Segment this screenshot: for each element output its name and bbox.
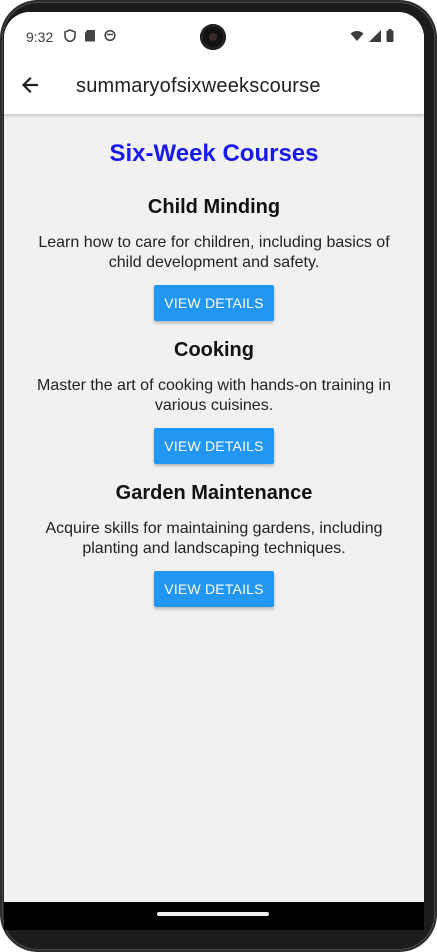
app-bar: summaryofsixweekscourse <box>4 60 424 114</box>
page-title: Six-Week Courses <box>109 140 319 167</box>
course-title: Child Minding <box>147 196 281 218</box>
status-bar: 9:32 <box>4 12 424 60</box>
course-card: Garden Maintenance Acquire skills for ma… <box>4 482 424 607</box>
course-description: Master the art of cooking with hands-on … <box>37 377 391 414</box>
home-gesture-handle[interactable] <box>157 912 269 916</box>
shield-icon <box>64 29 76 43</box>
course-description: Acquire skills for maintaining gardens, … <box>45 520 383 557</box>
course-title: Garden Maintenance <box>115 482 313 504</box>
phone-frame: 9:32 summaryofsixweekscourse Six-Week Co… <box>0 0 437 952</box>
status-icons-left <box>64 29 116 43</box>
course-title: Cooking <box>174 339 254 361</box>
status-time: 9:32 <box>26 29 54 45</box>
camera-cutout <box>200 24 226 50</box>
main-content: Six-Week Courses Child Minding Learn how… <box>4 114 424 902</box>
view-details-button[interactable]: VIEW DETAILS <box>154 571 274 607</box>
view-details-button[interactable]: VIEW DETAILS <box>154 428 274 464</box>
wifi-icon <box>350 29 364 47</box>
course-description: Learn how to care for children, includin… <box>38 234 390 271</box>
system-nav-bar <box>4 902 424 930</box>
course-card: Cooking Master the art of cooking with h… <box>4 339 424 464</box>
arrow-left-icon <box>20 75 40 100</box>
battery-icon <box>386 29 394 47</box>
sd-card-icon <box>84 29 96 42</box>
course-card: Child Minding Learn how to care for chil… <box>4 196 424 321</box>
view-details-button[interactable]: VIEW DETAILS <box>154 285 274 321</box>
screen: 9:32 summaryofsixweekscourse Six-Week Co… <box>4 12 424 930</box>
cell-signal-icon <box>369 29 381 47</box>
sync-icon <box>104 29 116 42</box>
status-icons-right <box>350 29 394 47</box>
app-bar-title: summaryofsixweekscourse <box>76 75 321 97</box>
back-button[interactable] <box>14 71 46 103</box>
